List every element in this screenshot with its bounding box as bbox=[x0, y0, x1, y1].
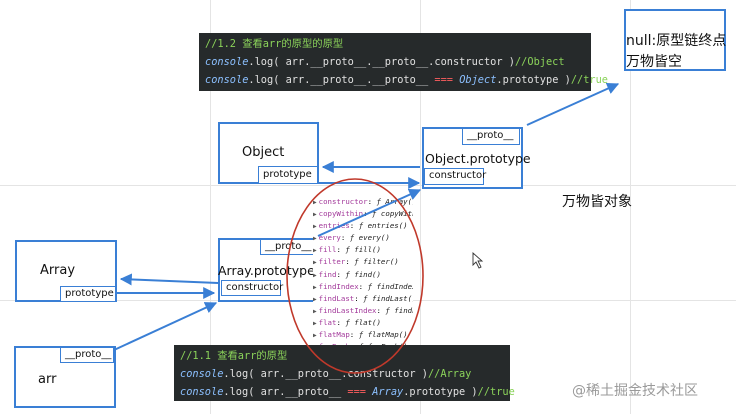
arrow-constructor-to-array bbox=[119, 273, 219, 286]
diagram-arrows bbox=[113, 82, 620, 374]
arrow-arr-proto-to-array-prototype bbox=[113, 302, 218, 351]
mouse-cursor-icon bbox=[472, 251, 484, 269]
arrow-object-proto-to-null bbox=[526, 82, 620, 126]
red-highlight-circle bbox=[286, 178, 424, 374]
watermark: @稀土掘金技术社区 bbox=[572, 383, 698, 399]
arrow-array-proto-to-object-prototype bbox=[317, 188, 422, 237]
